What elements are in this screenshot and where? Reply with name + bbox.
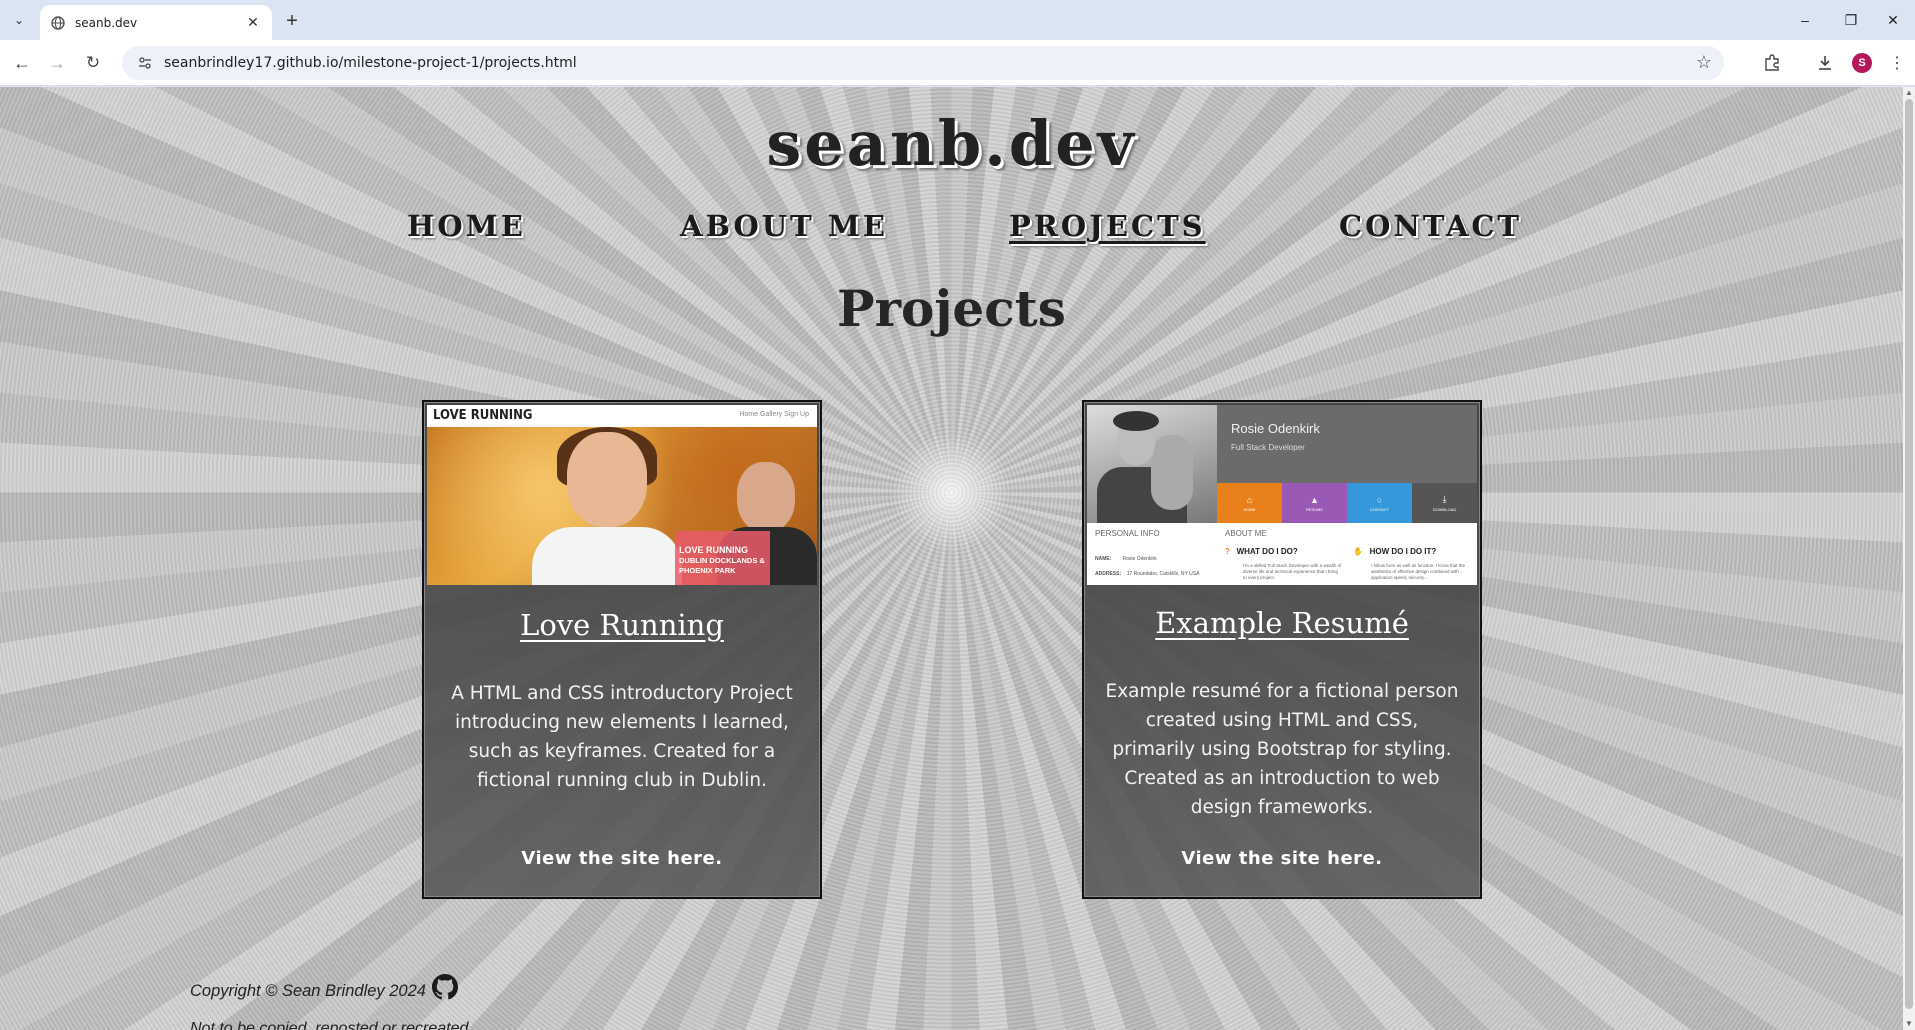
downloads-icon[interactable] [1813,51,1837,75]
scrollbar-thumb[interactable] [1905,99,1913,1009]
browser-tab-bar: ⌄ seanb.dev ✕ + – ❐ ✕ [0,0,1915,40]
project-card-example-resume: PERSONAL INFO NAME: Rosie Odenkirk ADDRE… [1082,400,1482,899]
thumb-banner: LOVE RUNNING DUBLIN DOCKLANDS & PHOENIX … [675,531,770,585]
reload-icon[interactable]: ↻ [79,49,107,77]
close-window-icon[interactable]: ✕ [1870,7,1915,33]
download-icon: ⤓ [1442,494,1447,504]
restore-icon[interactable]: ❐ [1828,7,1874,33]
graduation-cap-icon: ▲ [1310,494,1319,505]
thumb-logo: LOVE RUNNING [433,408,533,423]
love-running-screenshot[interactable]: LOVE RUNNING DUBLIN DOCKLANDS & PHOENIX … [427,405,817,585]
nav-about-me[interactable]: ABOUT ME [680,209,888,243]
scroll-down-arrow-icon: ▼ [1905,1019,1913,1028]
chat-bubble-icon: ○ [1376,494,1383,505]
project-card-love-running: LOVE RUNNING DUBLIN DOCKLANDS & PHOENIX … [422,400,822,899]
main-nav: HOME ABOUT ME PROJECTS CONTACT [0,209,1903,249]
nav-projects[interactable]: PROJECTS [1009,209,1206,243]
project-title-link[interactable]: Love Running [424,608,820,642]
page-scrollbar[interactable]: ▲ ▼ [1903,87,1915,1030]
runners-photo: LOVE RUNNING DUBLIN DOCKLANDS & PHOENIX … [427,427,817,585]
site-info-icon[interactable] [134,52,156,74]
forward-arrow-icon[interactable]: → [43,49,71,77]
minimize-icon[interactable]: – [1782,7,1828,33]
browser-toolbar: ← → ↻ seanbrindley17.github.io/milestone… [0,40,1915,86]
tab-search-chevron-icon[interactable]: ⌄ [8,9,30,31]
thumbs-up-icon: ✋ [1353,547,1363,556]
scroll-up-arrow-icon: ▲ [1905,88,1913,97]
thumb-tab-resume: ▲ RESUME [1282,483,1347,523]
view-site-link[interactable]: View the site here. [424,848,820,869]
thumb-name: Rosie Odenkirk [1231,421,1320,436]
thumb-tab-contact: ○ CONTACT [1347,483,1412,523]
nav-contact[interactable]: CONTACT [1339,209,1522,243]
page-heading: Projects [837,279,1066,338]
thumb-tab-download: ⤓ DOWNLOAD [1412,483,1477,523]
resume-screenshot[interactable]: PERSONAL INFO NAME: Rosie Odenkirk ADDRE… [1087,405,1477,585]
github-icon[interactable] [432,974,458,1000]
back-arrow-icon[interactable]: ← [8,49,36,77]
thumb-menu: Home Gallery Sign Up [739,411,809,418]
footer-copyright: Copyright © Sean Brindley 2024 [190,982,426,1000]
close-tab-icon[interactable]: ✕ [244,14,262,32]
home-icon: ⌂ [1246,494,1253,505]
nav-home[interactable]: HOME [407,209,526,243]
project-description: Example resumé for a fictional person cr… [1105,681,1459,818]
thumb-role: Full Stack Developer [1231,443,1305,452]
browser-tab[interactable]: seanb.dev ✕ [40,5,272,40]
more-menu-icon[interactable]: ⋮ [1885,51,1909,75]
thumb-navbar: LOVE RUNNING Home Gallery Sign Up [427,405,817,427]
project-description: A HTML and CSS introductory Project intr… [451,683,793,791]
address-bar[interactable]: seanbrindley17.github.io/milestone-proje… [122,46,1724,80]
page-viewport: seanb.dev HOME ABOUT ME PROJECTS CONTACT… [0,87,1903,1030]
globe-icon [50,15,66,31]
footer-note: Not to be copied, reposted or recreated [190,1020,469,1030]
new-tab-plus-icon[interactable]: + [280,9,304,33]
profile-avatar[interactable]: S [1852,53,1872,73]
question-icon: ? [1225,547,1230,556]
project-title-link[interactable]: Example Resumé [1084,606,1480,640]
bookmark-star-icon[interactable]: ☆ [1696,52,1712,73]
portrait-image [1087,405,1217,523]
extensions-icon[interactable] [1760,51,1784,75]
thumb-tabs: ⌂ HOME ▲ RESUME ○ CONTACT ⤓ DOWNLOAD [1217,483,1477,523]
url-text: seanbrindley17.github.io/milestone-proje… [164,55,577,71]
thumb-tab-home: ⌂ HOME [1217,483,1282,523]
tab-title: seanb.dev [75,15,138,30]
view-site-link[interactable]: View the site here. [1084,848,1480,869]
site-title[interactable]: seanb.dev [0,107,1903,180]
